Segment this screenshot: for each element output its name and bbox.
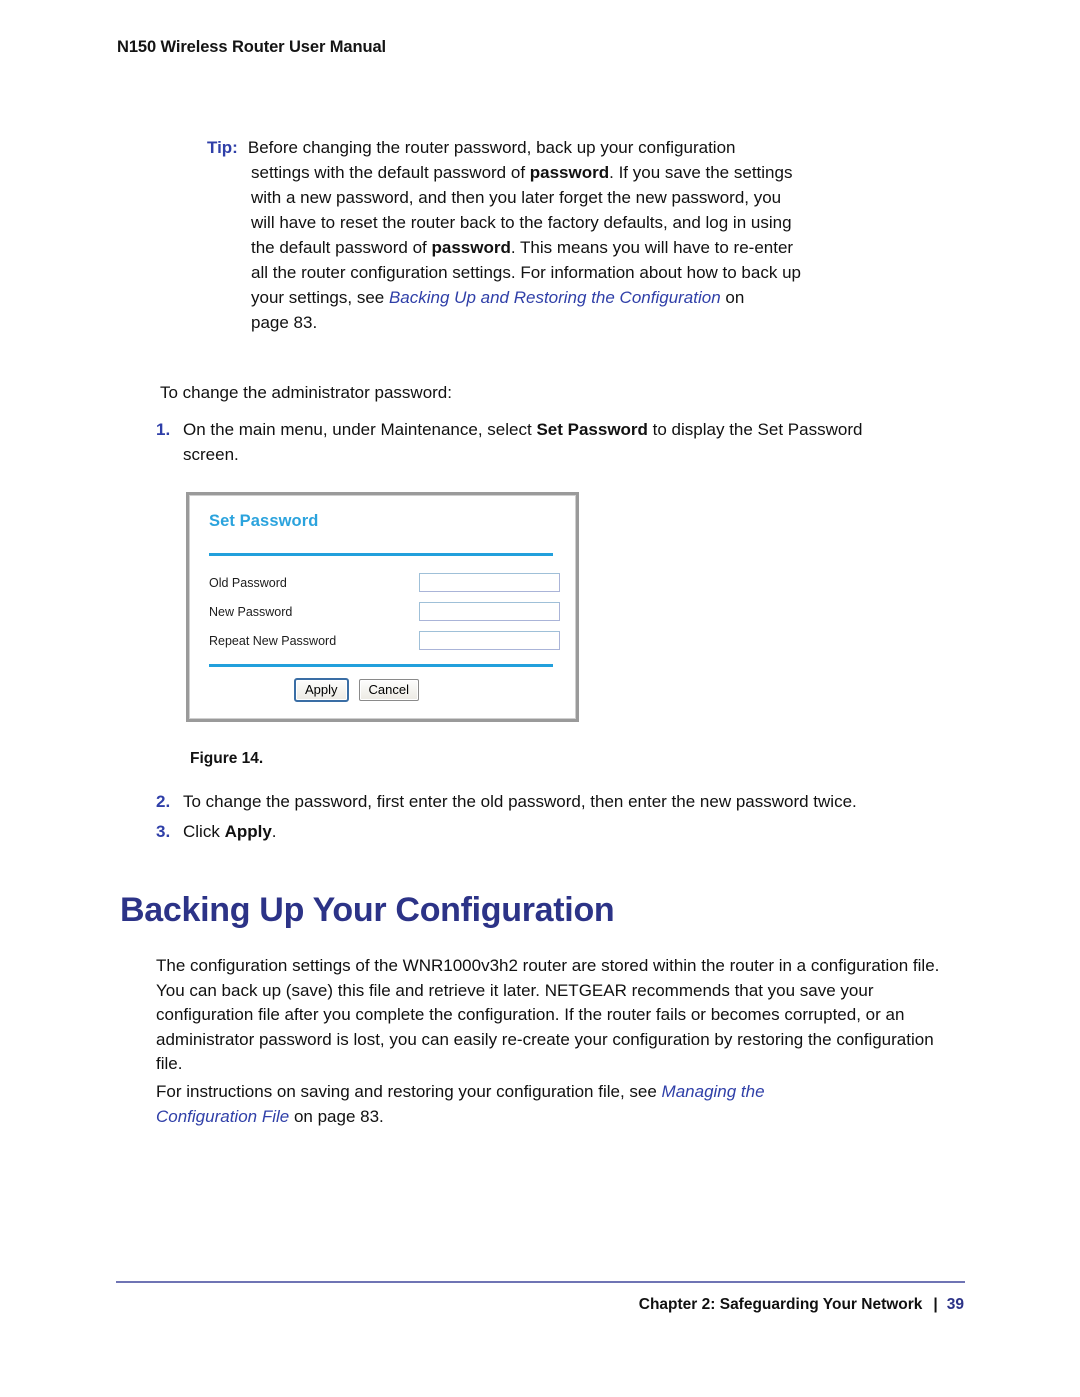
router-ui-content: Set Password Old Password New Password R…: [209, 511, 561, 712]
tip-line-5-bold: password: [431, 238, 511, 257]
step-3-text-b: .: [271, 822, 277, 841]
repeat-new-password-label: Repeat New Password: [209, 633, 337, 648]
tip-line-5-text-a: the default password of: [251, 238, 432, 257]
running-header: N150 Wireless Router User Manual: [117, 38, 387, 56]
apply-button[interactable]: Apply: [294, 678, 349, 702]
document-page: N150 Wireless Router User Manual Tip: Be…: [0, 0, 1080, 1397]
footer-divider: [116, 1281, 965, 1283]
step-3-text-a: Click: [183, 822, 225, 841]
footer-page-number: 39: [946, 1296, 964, 1313]
router-ui-window: Set Password Old Password New Password R…: [186, 492, 579, 722]
cancel-button[interactable]: Cancel: [358, 679, 419, 701]
set-password-title: Set Password: [209, 512, 319, 530]
step-1-bold: Set Password: [536, 420, 648, 439]
figure-set-password: Set Password Old Password New Password R…: [186, 492, 579, 722]
old-password-label: Old Password: [209, 575, 287, 590]
step-3-number: 3.: [156, 822, 171, 841]
step-3-text: Click Apply.: [183, 819, 656, 844]
router-ui-window-inner: Set Password Old Password New Password R…: [189, 495, 576, 719]
new-password-label: New Password: [209, 604, 293, 619]
procedure-step-3: 3. Click Apply.: [156, 819, 656, 844]
password-fields: Old Password New Password Repeat New Pas…: [209, 568, 561, 655]
tip-line-2: settings with the default password of pa…: [207, 160, 897, 185]
tip-line-7: your settings, see Backing Up and Restor…: [207, 285, 897, 310]
footer: Chapter 2: Safeguarding Your Network | 39: [639, 1296, 964, 1314]
body-paragraph-2-text-b: on page 83.: [289, 1106, 384, 1126]
tip-line-2-bold: password: [529, 163, 610, 182]
step-3-bold: Apply: [224, 822, 272, 841]
tip-line-5-text-b: . This means you will have to re-enter: [510, 238, 794, 257]
tip-line-7-text-a: your settings, see: [251, 288, 389, 307]
field-row-new-password: New Password: [209, 597, 561, 626]
divider-top: [209, 553, 553, 556]
procedure-step-2: 2. To change the password, first enter t…: [156, 789, 976, 814]
step-1-text: On the main menu, under Maintenance, sel…: [183, 417, 916, 467]
dialog-button-row: Apply Cancel: [209, 678, 561, 702]
tip-first-line: Tip: Before changing the router password…: [207, 135, 897, 160]
repeat-new-password-input[interactable]: [419, 631, 560, 650]
tip-line-2-text-a: settings with the default password of: [251, 163, 530, 182]
cross-reference-link-backing-up[interactable]: Backing Up and Restoring the Configurati…: [389, 288, 721, 307]
tip-line-2-text-b: . If you save the settings: [609, 163, 793, 182]
step-2-number: 2.: [156, 792, 171, 811]
step-1-text-a: On the main menu, under Maintenance, sel…: [183, 420, 537, 439]
field-row-repeat-new-password: Repeat New Password: [209, 626, 561, 655]
figure-caption: Figure 14.: [190, 750, 264, 767]
tip-line-8: page 83.: [251, 313, 318, 332]
tip-line-6: all the router configuration settings. F…: [251, 263, 801, 282]
section-heading-backing-up-your-configuration: Backing Up Your Configuration: [120, 890, 615, 929]
procedure-lead-in: To change the administrator password:: [160, 383, 452, 402]
footer-chapter-label: Chapter 2: Safeguarding Your Network: [638, 1296, 923, 1313]
body-paragraph-2: For instructions on saving and restoring…: [156, 1080, 866, 1129]
body-paragraph-1: The configuration settings of the WNR100…: [156, 956, 940, 1073]
tip-line-3: with a new password, and then you later …: [251, 188, 782, 207]
tip-line-1: Before changing the router password, bac…: [247, 138, 736, 157]
procedure-step-1: 1. On the main menu, under Maintenance, …: [156, 417, 916, 467]
tip-line-7-text-b: on: [720, 288, 745, 307]
tip-label: Tip:: [207, 138, 238, 157]
new-password-input[interactable]: [419, 602, 560, 621]
step-2-text: To change the password, first enter the …: [183, 792, 857, 811]
divider-bottom: [209, 664, 553, 667]
step-1-number: 1.: [156, 420, 171, 439]
tip-line-4: will have to reset the router back to th…: [251, 213, 792, 232]
body-paragraph-2-text-a: For instructions on saving and restoring…: [156, 1082, 662, 1101]
tip-callout: Tip: Before changing the router password…: [207, 135, 897, 335]
field-row-old-password: Old Password: [209, 568, 561, 597]
footer-separator: |: [933, 1296, 938, 1313]
tip-line-5: the default password of password. This m…: [207, 235, 897, 260]
old-password-input[interactable]: [419, 573, 560, 592]
